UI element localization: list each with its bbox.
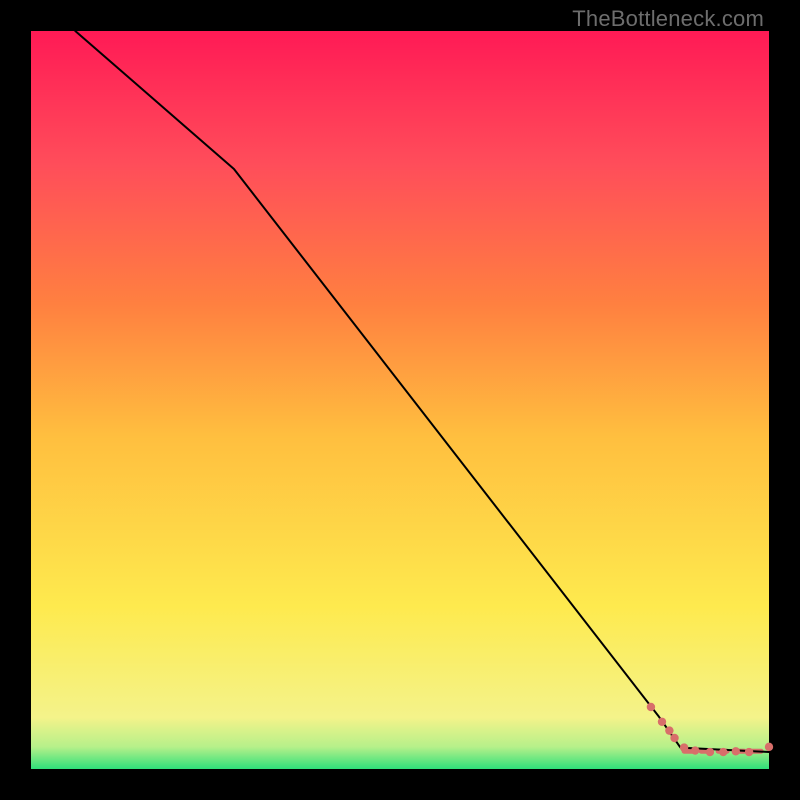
data-point	[670, 734, 678, 742]
data-point	[691, 746, 699, 754]
watermark-text: TheBottleneck.com	[572, 6, 764, 32]
curve-path	[75, 31, 769, 752]
data-point	[680, 743, 688, 751]
data-points	[647, 703, 773, 756]
chart-overlay	[31, 31, 769, 769]
data-point	[658, 718, 666, 726]
data-point	[719, 748, 727, 756]
chart-stage: TheBottleneck.com	[0, 0, 800, 800]
data-point	[745, 748, 753, 756]
data-point	[732, 747, 740, 755]
data-point	[706, 748, 714, 756]
data-point	[647, 703, 655, 711]
data-point	[765, 743, 773, 751]
bottleneck-curve	[75, 31, 769, 752]
data-point	[665, 726, 673, 734]
